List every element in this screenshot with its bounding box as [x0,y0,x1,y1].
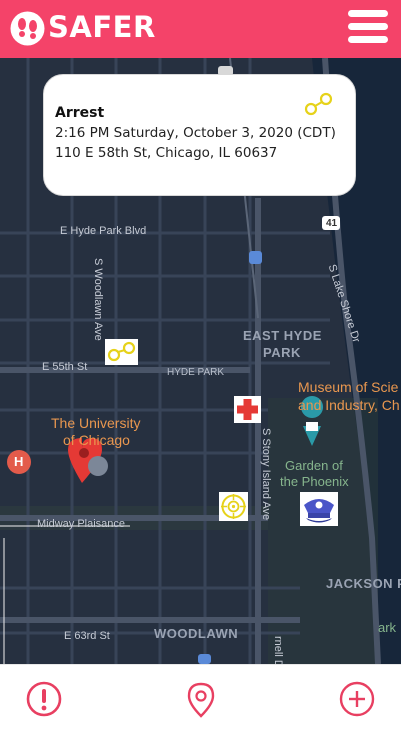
label-woodlawn: WOODLAWN [154,626,239,641]
bottom-nav [0,664,401,733]
label-stony-island-ave: S Stony Island Ave [260,428,272,521]
label-jackson-park: JACKSON PA [326,576,401,591]
label-e-63rd-st: E 63rd St [64,630,110,642]
label-midway-plaisance: Midway Plaisance [37,518,126,530]
label-hyde-park: HYDE PARK [167,367,225,378]
crosshair-target-icon [221,494,246,519]
label-route-41: 41 [326,218,338,229]
label-e-55th-st: E 55th St [42,361,88,373]
app-title: SAFER [48,10,156,44]
incident-address: 110 E 58th St, Chicago, IL 60637 [55,145,278,161]
label-garden-2: the Phoenix [280,474,349,489]
red-cross-icon [237,399,258,420]
menu-button[interactable] [348,10,390,46]
marker-shooting[interactable] [219,492,248,521]
footprints-icon [10,11,45,46]
label-uchicago-2: of Chicago [63,432,130,448]
exclamation-circle-icon[interactable] [25,680,63,718]
marker-arrest[interactable] [105,339,138,365]
marker-medical[interactable] [234,396,261,423]
hospital-icon: H [14,454,24,469]
label-hyde-park-blvd: E Hyde Park Blvd [60,225,147,237]
label-woodlawn-ave: S Woodlawn Ave [92,258,104,341]
plus-circle-icon[interactable] [338,680,376,718]
handcuffs-icon [107,341,136,362]
label-uchicago-1: The University [51,415,141,431]
marker-police[interactable] [300,492,338,526]
incident-type: Arrest [55,105,105,121]
location-pin-icon[interactable] [182,680,220,718]
label-park-fragment: ark [378,620,397,635]
label-garden-1: Garden of [285,458,343,473]
handcuffs-icon [304,92,333,116]
app-header: SAFER [0,0,401,58]
label-east-hyde-park-2: PARK [263,345,301,360]
label-museum-1: Museum of Scie [298,379,399,395]
incident-datetime: 2:16 PM Saturday, October 3, 2020 (CDT) [55,125,336,141]
label-east-hyde-park-1: EAST HYDE [243,328,322,343]
label-museum-2: and Industry, Ch [298,397,400,413]
hamburger-menu-icon [348,10,388,17]
police-cap-icon [304,499,334,523]
label-cornell-dr: rnell Dr [272,636,284,664]
